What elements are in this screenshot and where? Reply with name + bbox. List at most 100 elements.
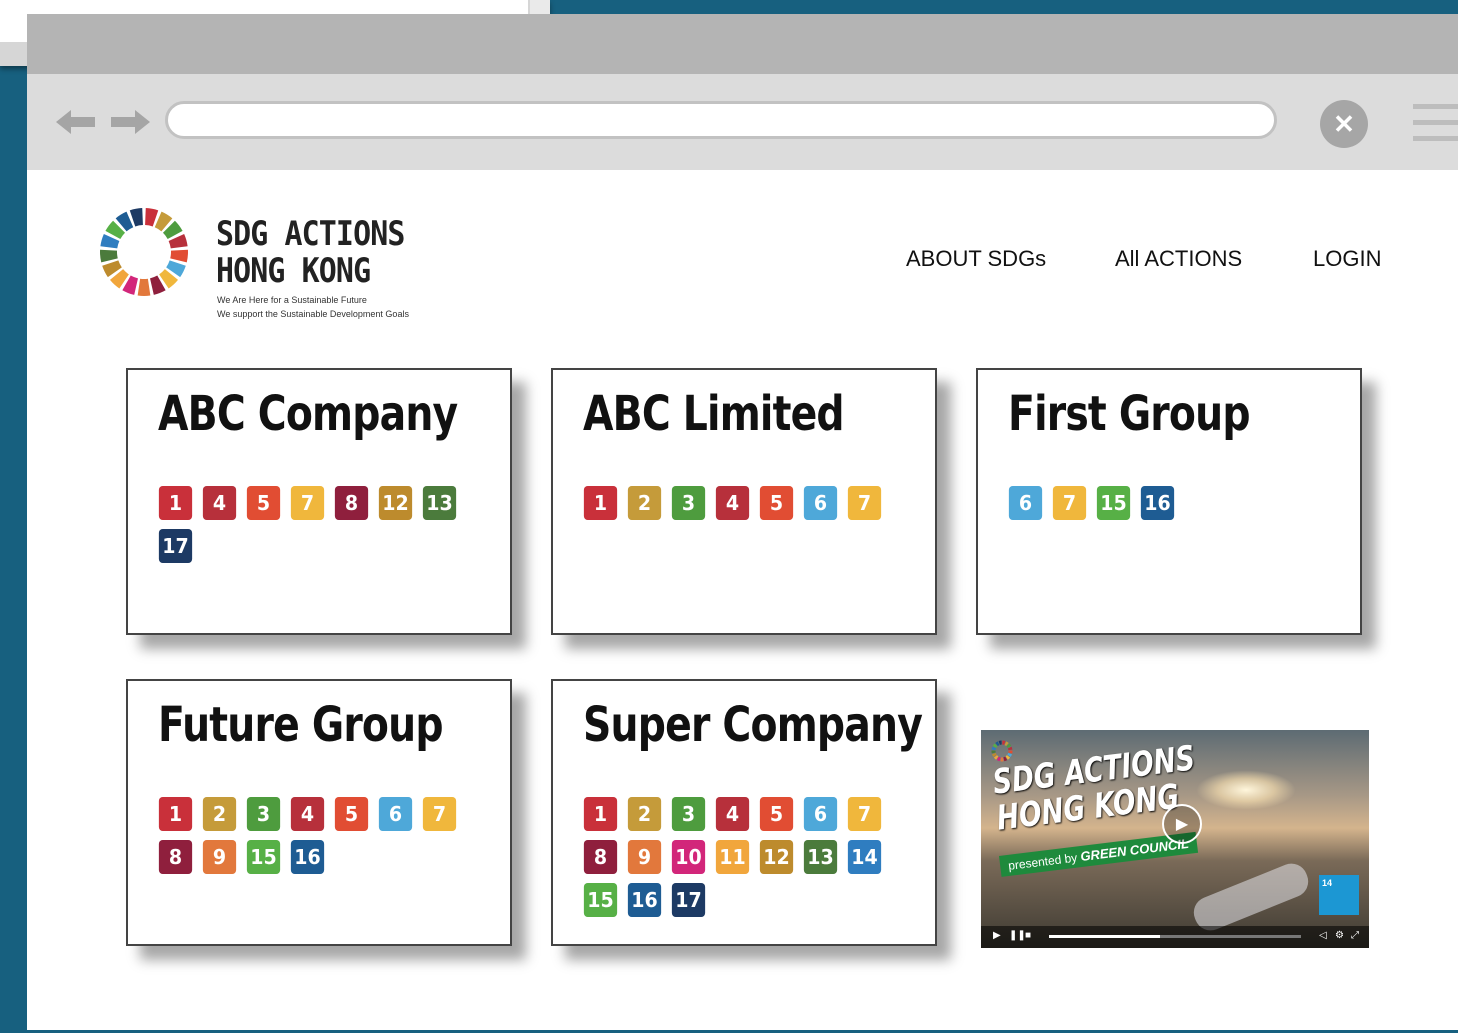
- sdg-wheel-segment: [1002, 740, 1006, 745]
- sdg-badge[interactable]: 2: [627, 486, 662, 520]
- sdg-wheel-segment: [145, 208, 159, 227]
- menu-icon[interactable]: [1413, 102, 1458, 142]
- sdg-badge[interactable]: 15: [246, 840, 281, 874]
- sdg-badge[interactable]: 7: [1052, 486, 1087, 520]
- company-name: Future Group: [158, 697, 444, 753]
- sdg-badge[interactable]: 5: [334, 797, 369, 831]
- sdg-badge[interactable]: 12: [759, 840, 794, 874]
- sdg-badge[interactable]: 17: [671, 883, 706, 917]
- sdg-badge-list: 1 4 5 7 8 12 13 17: [158, 486, 478, 563]
- sdg-badge[interactable]: 3: [246, 797, 281, 831]
- volume-icon[interactable]: ◁: [1319, 930, 1327, 941]
- sdg-badge[interactable]: 1: [583, 486, 618, 520]
- logo-tagline-1: We Are Here for a Sustainable Future: [217, 295, 367, 305]
- address-bar[interactable]: [165, 101, 1277, 139]
- url-input[interactable]: [168, 104, 1274, 136]
- video-progress-fill: [1049, 935, 1160, 938]
- sdg-badge[interactable]: 6: [378, 797, 413, 831]
- sdg-badge[interactable]: 15: [1096, 486, 1131, 520]
- sdg-badge[interactable]: 5: [759, 797, 794, 831]
- sdg-goal-badge: 14: [1319, 875, 1359, 915]
- company-name: First Group: [1008, 386, 1250, 442]
- sdg-badge[interactable]: 9: [627, 840, 662, 874]
- sdg-wheel-segment: [129, 208, 143, 227]
- sdg-badge[interactable]: 4: [715, 797, 750, 831]
- company-card[interactable]: Future Group 1 2 3 4 5 6 7 8 9 15 16: [126, 679, 512, 946]
- logo-title-line1: SDG ACTIONS: [216, 214, 405, 254]
- sdg-wheel-segment: [137, 278, 151, 296]
- sdg-badge[interactable]: 9: [202, 840, 237, 874]
- sdg-badge[interactable]: 16: [1140, 486, 1175, 520]
- settings-icon[interactable]: ⚙: [1335, 930, 1344, 941]
- sdg-badge[interactable]: 4: [202, 486, 237, 520]
- sdg-badge[interactable]: 6: [803, 797, 838, 831]
- video-progress-bar[interactable]: [1049, 935, 1301, 938]
- sdg-badge[interactable]: 1: [158, 486, 193, 520]
- sdg-badge-list: 1 2 3 4 5 6 7 8 9 10 11 12 13 14 15 16 17: [583, 797, 903, 917]
- nav-about-sdgs[interactable]: ABOUT SDGs: [906, 246, 1046, 272]
- video-controls: ▶ ❚❚ ■ ◁ ⚙ ⤢: [981, 926, 1369, 948]
- sdg-badge[interactable]: 8: [158, 840, 193, 874]
- play-icon[interactable]: ▶: [993, 930, 1001, 941]
- stop-icon[interactable]: ■: [1025, 930, 1031, 941]
- sdg-badge[interactable]: 3: [671, 486, 706, 520]
- sdg-wheel-segment: [1008, 750, 1013, 754]
- sdg-badge[interactable]: 13: [422, 486, 457, 520]
- sdg-badge[interactable]: 3: [671, 797, 706, 831]
- pause-icon[interactable]: ❚❚: [1009, 930, 1026, 941]
- sdg-badge[interactable]: 8: [334, 486, 369, 520]
- company-card[interactable]: ABC Company 1 4 5 7 8 12 13 17: [126, 368, 512, 635]
- sdg-badge[interactable]: 4: [290, 797, 325, 831]
- sdg-wheel-segment: [998, 740, 1002, 745]
- nav-login[interactable]: LOGIN: [1313, 246, 1381, 272]
- video-bottle-image: [1189, 858, 1313, 936]
- sdg-badge[interactable]: 10: [671, 840, 706, 874]
- play-button[interactable]: ▶: [1162, 804, 1202, 844]
- sdg-wheel-segment: [100, 249, 118, 263]
- sdg-badge[interactable]: 14: [847, 840, 882, 874]
- sdg-badge[interactable]: 17: [158, 529, 193, 563]
- sdg-badge[interactable]: 16: [627, 883, 662, 917]
- close-button[interactable]: ✕: [1320, 100, 1368, 148]
- sdg-wheel-icon: [991, 740, 1013, 762]
- browser-toolbar: ✕: [27, 74, 1458, 170]
- sdg-badge[interactable]: 5: [246, 486, 281, 520]
- company-name: ABC Company: [158, 386, 458, 442]
- company-card[interactable]: ABC Limited 1234567: [551, 368, 937, 635]
- sdg-wheel-segment: [991, 750, 996, 754]
- logo-title-line2: HONG KONG: [216, 251, 371, 291]
- sdg-badge-list: 1234567: [583, 486, 903, 520]
- sdg-wheel-icon: [100, 208, 188, 296]
- sdg-badge[interactable]: 2: [627, 797, 662, 831]
- sdg-badge[interactable]: 4: [715, 486, 750, 520]
- forward-arrow-icon[interactable]: [107, 104, 153, 140]
- sdg-badge[interactable]: 5: [759, 486, 794, 520]
- site-logo[interactable]: SDG ACTIONS HONG KONG We Are Here for a …: [98, 196, 418, 319]
- sdg-badge[interactable]: 7: [290, 486, 325, 520]
- back-arrow-icon[interactable]: [53, 104, 99, 140]
- sdg-badge[interactable]: 11: [715, 840, 750, 874]
- fullscreen-icon[interactable]: ⤢: [1351, 930, 1359, 941]
- sdg-badge[interactable]: 16: [290, 840, 325, 874]
- sdg-badge[interactable]: 8: [583, 840, 618, 874]
- sdg-badge[interactable]: 12: [378, 486, 413, 520]
- company-card[interactable]: First Group 6 7 15 16: [976, 368, 1362, 635]
- nav-all-actions[interactable]: All ACTIONS: [1115, 246, 1242, 272]
- sdg-badge[interactable]: 15: [583, 883, 618, 917]
- sdg-badge-list: 1 2 3 4 5 6 7 8 9 15 16: [158, 797, 478, 874]
- sdg-badge[interactable]: 6: [803, 486, 838, 520]
- company-name: Super Company: [583, 697, 923, 753]
- promo-video[interactable]: SDG ACTIONS HONG KONG presented by GREEN…: [981, 730, 1369, 948]
- sdg-badge[interactable]: 2: [202, 797, 237, 831]
- company-name: ABC Limited: [583, 386, 845, 442]
- company-card[interactable]: Super Company 1 2 3 4 5 6 7 8 9 10 11 12 13 14 15 16 17: [551, 679, 937, 946]
- sdg-badge[interactable]: 6: [1008, 486, 1043, 520]
- sdg-badge[interactable]: 7: [847, 797, 882, 831]
- tab-strip: [27, 14, 1458, 74]
- sdg-badge[interactable]: 7: [422, 797, 457, 831]
- video-sunlight: [1196, 770, 1296, 810]
- sdg-badge[interactable]: 13: [803, 840, 838, 874]
- sdg-badge[interactable]: 7: [847, 486, 882, 520]
- sdg-badge[interactable]: 1: [158, 797, 193, 831]
- sdg-badge[interactable]: 1: [583, 797, 618, 831]
